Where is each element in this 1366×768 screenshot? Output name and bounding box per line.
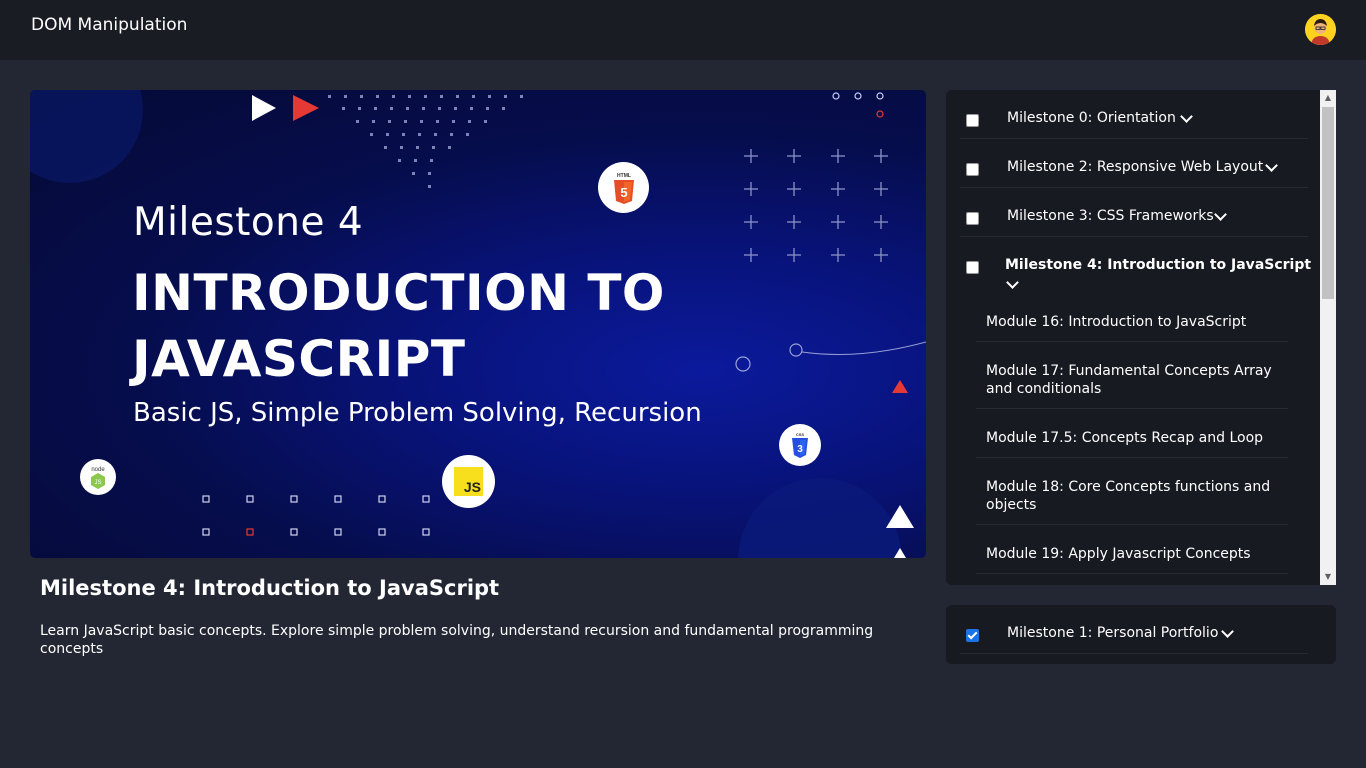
scroll-down-arrow-icon[interactable]: ▼ — [1320, 569, 1336, 585]
chevron-down-icon[interactable] — [1221, 625, 1234, 638]
milestone-checkbox[interactable] — [966, 163, 979, 176]
nodejs-icon: node JS — [80, 459, 116, 495]
chevron-down-icon[interactable] — [1006, 276, 1019, 289]
js-badge-text: JS — [463, 479, 481, 495]
milestone-checkbox[interactable] — [966, 114, 979, 127]
module-label: Module 17.5: Concepts Recap and Loop — [986, 430, 1264, 446]
avatar[interactable] — [1305, 14, 1336, 45]
milestone-row-4[interactable]: Milestone 4: Introduction to JavaScript — [960, 237, 1312, 293]
milestone-label: Milestone 2: Responsive Web Layout — [1007, 159, 1264, 175]
banner-title: INTRODUCTION TO JAVASCRIPT — [132, 264, 665, 388]
css-badge-text: CSS — [796, 432, 805, 437]
chevron-down-icon[interactable] — [1180, 110, 1193, 123]
module-item[interactable]: Module 16: Introduction to JavaScript — [976, 304, 1288, 342]
milestone-row-2[interactable]: Milestone 2: Responsive Web Layout — [960, 139, 1308, 188]
module-item[interactable]: Module 17: Fundamental Concepts Array an… — [976, 353, 1288, 409]
milestone-label: Milestone 3: CSS Frameworks — [1007, 208, 1214, 224]
module-item[interactable]: Module 17.5: Concepts Recap and Loop — [976, 420, 1288, 458]
chevron-down-icon[interactable] — [1265, 159, 1278, 172]
top-bar: DOM Manipulation — [0, 0, 1366, 60]
banner-tagline: Basic JS, Simple Problem Solving, Recurs… — [133, 398, 702, 428]
svg-text:3: 3 — [797, 444, 803, 455]
milestone-checkbox[interactable] — [966, 212, 979, 225]
scroll-up-arrow-icon[interactable]: ▲ — [1320, 90, 1336, 106]
module-label: Module 18: Core Concepts functions and o… — [986, 479, 1271, 513]
javascript-icon: JS — [442, 455, 495, 508]
milestone-label: Milestone 4: Introduction to JavaScript — [1005, 257, 1312, 273]
module-item[interactable]: Module 19: Apply Javascript Concepts — [976, 536, 1288, 574]
module-label: Module 17: Fundamental Concepts Array an… — [986, 363, 1272, 397]
svg-text:JS: JS — [94, 480, 101, 486]
node-badge-text: node — [91, 467, 105, 473]
milestone-label: Milestone 0: Orientation — [1007, 110, 1176, 126]
html-badge-text: HTML — [617, 173, 631, 179]
css3-icon: CSS 3 — [779, 424, 821, 466]
milestone-row-1[interactable]: Milestone 1: Personal Portfolio — [960, 605, 1308, 654]
html5-icon: HTML 5 — [598, 162, 649, 213]
module-label: Module 19: Apply Javascript Concepts — [986, 546, 1251, 562]
scrollbar-thumb[interactable] — [1322, 107, 1334, 299]
milestone-checkbox[interactable] — [966, 629, 979, 642]
module-item[interactable]: Module 18: Core Concepts functions and o… — [976, 469, 1288, 525]
banner-milestone-line: Milestone 4 — [133, 200, 364, 245]
milestone-row-3[interactable]: Milestone 3: CSS Frameworks — [960, 188, 1308, 237]
course-banner: Milestone 4 INTRODUCTION TO JAVASCRIPT B… — [30, 90, 926, 558]
milestone-checkbox[interactable] — [966, 261, 979, 274]
milestone-label: Milestone 1: Personal Portfolio — [1007, 625, 1219, 641]
chevron-down-icon[interactable] — [1214, 208, 1227, 221]
milestone-row-0[interactable]: Milestone 0: Orientation — [960, 90, 1308, 139]
module-label: Module 16: Introduction to JavaScript — [986, 314, 1247, 330]
app-title: DOM Manipulation — [31, 15, 188, 35]
lesson-title: Milestone 4: Introduction to JavaScript — [40, 576, 500, 600]
svg-text:5: 5 — [620, 185, 627, 200]
lesson-description: Learn JavaScript basic concepts. Explore… — [40, 623, 874, 657]
